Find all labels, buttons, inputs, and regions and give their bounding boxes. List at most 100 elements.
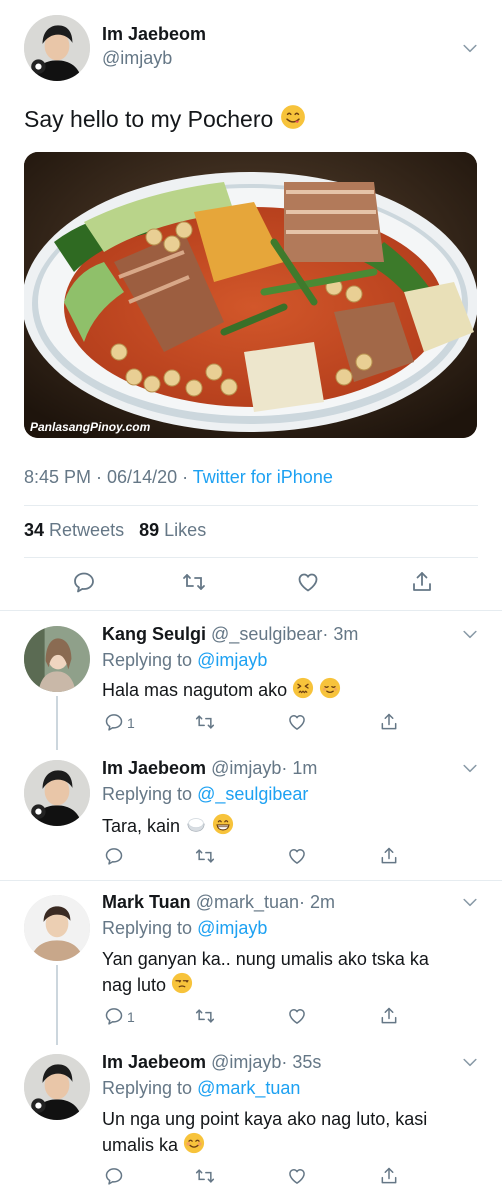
replying-label: Replying to bbox=[102, 650, 198, 670]
reply-author-name[interactable]: Im Jaebeom bbox=[102, 758, 206, 778]
share-icon[interactable] bbox=[410, 570, 434, 594]
reply-icon[interactable] bbox=[104, 712, 124, 732]
reply-count: 1 bbox=[127, 715, 135, 731]
chevron-down-icon[interactable] bbox=[460, 1052, 480, 1072]
retweet-icon[interactable] bbox=[182, 570, 206, 594]
heart-icon[interactable] bbox=[287, 712, 307, 732]
tweet-meta: 8:45 PM · 06/14/20 · Twitter for iPhone bbox=[24, 467, 333, 488]
chevron-down-icon[interactable] bbox=[460, 892, 480, 912]
replying-label: Replying to bbox=[102, 784, 198, 804]
heart-icon[interactable] bbox=[296, 570, 320, 594]
reply-time: · 3m bbox=[322, 624, 359, 644]
reply-author-handle[interactable]: @imjayb bbox=[211, 1052, 281, 1072]
unamused-emoji-icon bbox=[171, 972, 193, 1001]
share-icon[interactable] bbox=[379, 712, 399, 732]
replying-to-handle[interactable]: @imjayb bbox=[197, 650, 267, 670]
reply-text-content: Hala mas nagutom ako bbox=[102, 680, 288, 700]
reply-text-line: nag luto bbox=[102, 972, 482, 1001]
avatar[interactable] bbox=[24, 626, 90, 692]
chevron-down-icon[interactable] bbox=[460, 758, 480, 778]
thread-line bbox=[56, 696, 58, 750]
divider bbox=[0, 880, 502, 881]
chevron-down-icon[interactable] bbox=[460, 624, 480, 644]
reply-text-content: umalis ka bbox=[102, 1135, 179, 1155]
share-icon[interactable] bbox=[379, 1166, 399, 1186]
replying-to: Replying to @imjayb bbox=[102, 650, 267, 671]
grinning-emoji-icon bbox=[212, 813, 234, 842]
replying-to: Replying to @mark_tuan bbox=[102, 1078, 300, 1099]
likes-count: 89 bbox=[139, 520, 160, 540]
reply-text: Yan ganyan ka.. nung umalis ako tska ka … bbox=[102, 946, 482, 1001]
rice-bowl-emoji-icon bbox=[185, 813, 207, 842]
reply-icon[interactable] bbox=[72, 570, 96, 594]
reply-author-name[interactable]: Mark Tuan bbox=[102, 892, 191, 912]
reply-text: Un nga ung point kaya ako nag luto, kasi… bbox=[102, 1106, 482, 1161]
reply-icon[interactable] bbox=[104, 846, 124, 866]
replying-to: Replying to @imjayb bbox=[102, 918, 267, 939]
replying-label: Replying to bbox=[102, 1078, 198, 1098]
reply-author-handle[interactable]: @imjayb bbox=[211, 758, 281, 778]
replying-to-handle[interactable]: @mark_tuan bbox=[197, 1078, 300, 1098]
reply-header: Kang Seulgi @_seulgibear· 3m bbox=[102, 624, 358, 645]
reply-time: · 35s bbox=[281, 1052, 322, 1072]
reply-header: Mark Tuan @mark_tuan· 2m bbox=[102, 892, 335, 913]
avatar[interactable] bbox=[24, 1054, 90, 1120]
heart-icon[interactable] bbox=[287, 1166, 307, 1186]
retweets-label: Retweets bbox=[49, 520, 125, 540]
reply-text: Hala mas nagutom ako bbox=[102, 677, 341, 706]
retweet-icon[interactable] bbox=[195, 846, 215, 866]
reply-author-handle[interactable]: @mark_tuan bbox=[196, 892, 299, 912]
retweet-icon[interactable] bbox=[195, 1166, 215, 1186]
reply-time: · 1m bbox=[281, 758, 318, 778]
reply-header: Im Jaebeom @imjayb· 1m bbox=[102, 758, 317, 779]
tweet-text: Say hello to my Pochero bbox=[24, 104, 306, 136]
avatar[interactable] bbox=[24, 760, 90, 826]
retweets-count: 34 bbox=[24, 520, 45, 540]
replying-to-handle[interactable]: @_seulgibear bbox=[197, 784, 308, 804]
tweet-source[interactable]: Twitter for iPhone bbox=[193, 467, 333, 487]
author-handle[interactable]: @imjayb bbox=[102, 48, 172, 69]
chevron-down-icon[interactable] bbox=[460, 38, 480, 58]
reply-text-line: umalis ka bbox=[102, 1132, 482, 1161]
divider bbox=[0, 610, 502, 611]
tweet-timestamp[interactable]: 8:45 PM · 06/14/20 · bbox=[24, 467, 193, 487]
heart-icon[interactable] bbox=[287, 846, 307, 866]
reply-author-handle[interactable]: @_seulgibear bbox=[211, 624, 322, 644]
reply-icon[interactable] bbox=[104, 1166, 124, 1186]
pochero-photo bbox=[24, 152, 477, 438]
reply-author-name[interactable]: Im Jaebeom bbox=[102, 1052, 206, 1072]
retweet-icon[interactable] bbox=[195, 712, 215, 732]
image-watermark: PanlasangPinoy.com bbox=[30, 420, 151, 434]
reply-time: · 2m bbox=[299, 892, 336, 912]
reply-icon[interactable] bbox=[104, 1006, 124, 1026]
likes-label: Likes bbox=[164, 520, 207, 540]
share-icon[interactable] bbox=[379, 846, 399, 866]
retweet-icon[interactable] bbox=[195, 1006, 215, 1026]
replying-label: Replying to bbox=[102, 918, 198, 938]
replying-to: Replying to @_seulgibear bbox=[102, 784, 308, 805]
reply-text-content: nag luto bbox=[102, 975, 167, 995]
divider bbox=[24, 557, 478, 558]
yum-emoji-icon bbox=[280, 104, 306, 136]
reply-header: Im Jaebeom @imjayb· 35s bbox=[102, 1052, 321, 1073]
retweets-stat[interactable]: 34 Retweets bbox=[24, 520, 129, 540]
reply-text-line: Un nga ung point kaya ako nag luto, kasi bbox=[102, 1109, 428, 1129]
avatar[interactable] bbox=[24, 895, 90, 961]
reply-author-name[interactable]: Kang Seulgi bbox=[102, 624, 206, 644]
avatar[interactable] bbox=[24, 15, 90, 81]
thread-line bbox=[56, 965, 58, 1045]
reply-text: Tara, kain bbox=[102, 813, 234, 842]
likes-stat[interactable]: 89 Likes bbox=[139, 520, 206, 540]
tweet-image[interactable]: PanlasangPinoy.com bbox=[24, 152, 477, 438]
author-name[interactable]: Im Jaebeom bbox=[102, 24, 206, 45]
tweet-text-content: Say hello to my Pochero bbox=[24, 106, 274, 132]
persevering-emoji-icon bbox=[292, 677, 314, 706]
replying-to-handle[interactable]: @imjayb bbox=[197, 918, 267, 938]
reply-text-content: Tara, kain bbox=[102, 816, 181, 836]
engagement-stats: 34 Retweets 89 Likes bbox=[24, 520, 206, 541]
share-icon[interactable] bbox=[379, 1006, 399, 1026]
reply-text-line: Yan ganyan ka.. nung umalis ako tska ka bbox=[102, 949, 429, 969]
heart-icon[interactable] bbox=[287, 1006, 307, 1026]
blush-emoji-icon bbox=[183, 1132, 205, 1161]
relieved-emoji-icon bbox=[319, 677, 341, 706]
